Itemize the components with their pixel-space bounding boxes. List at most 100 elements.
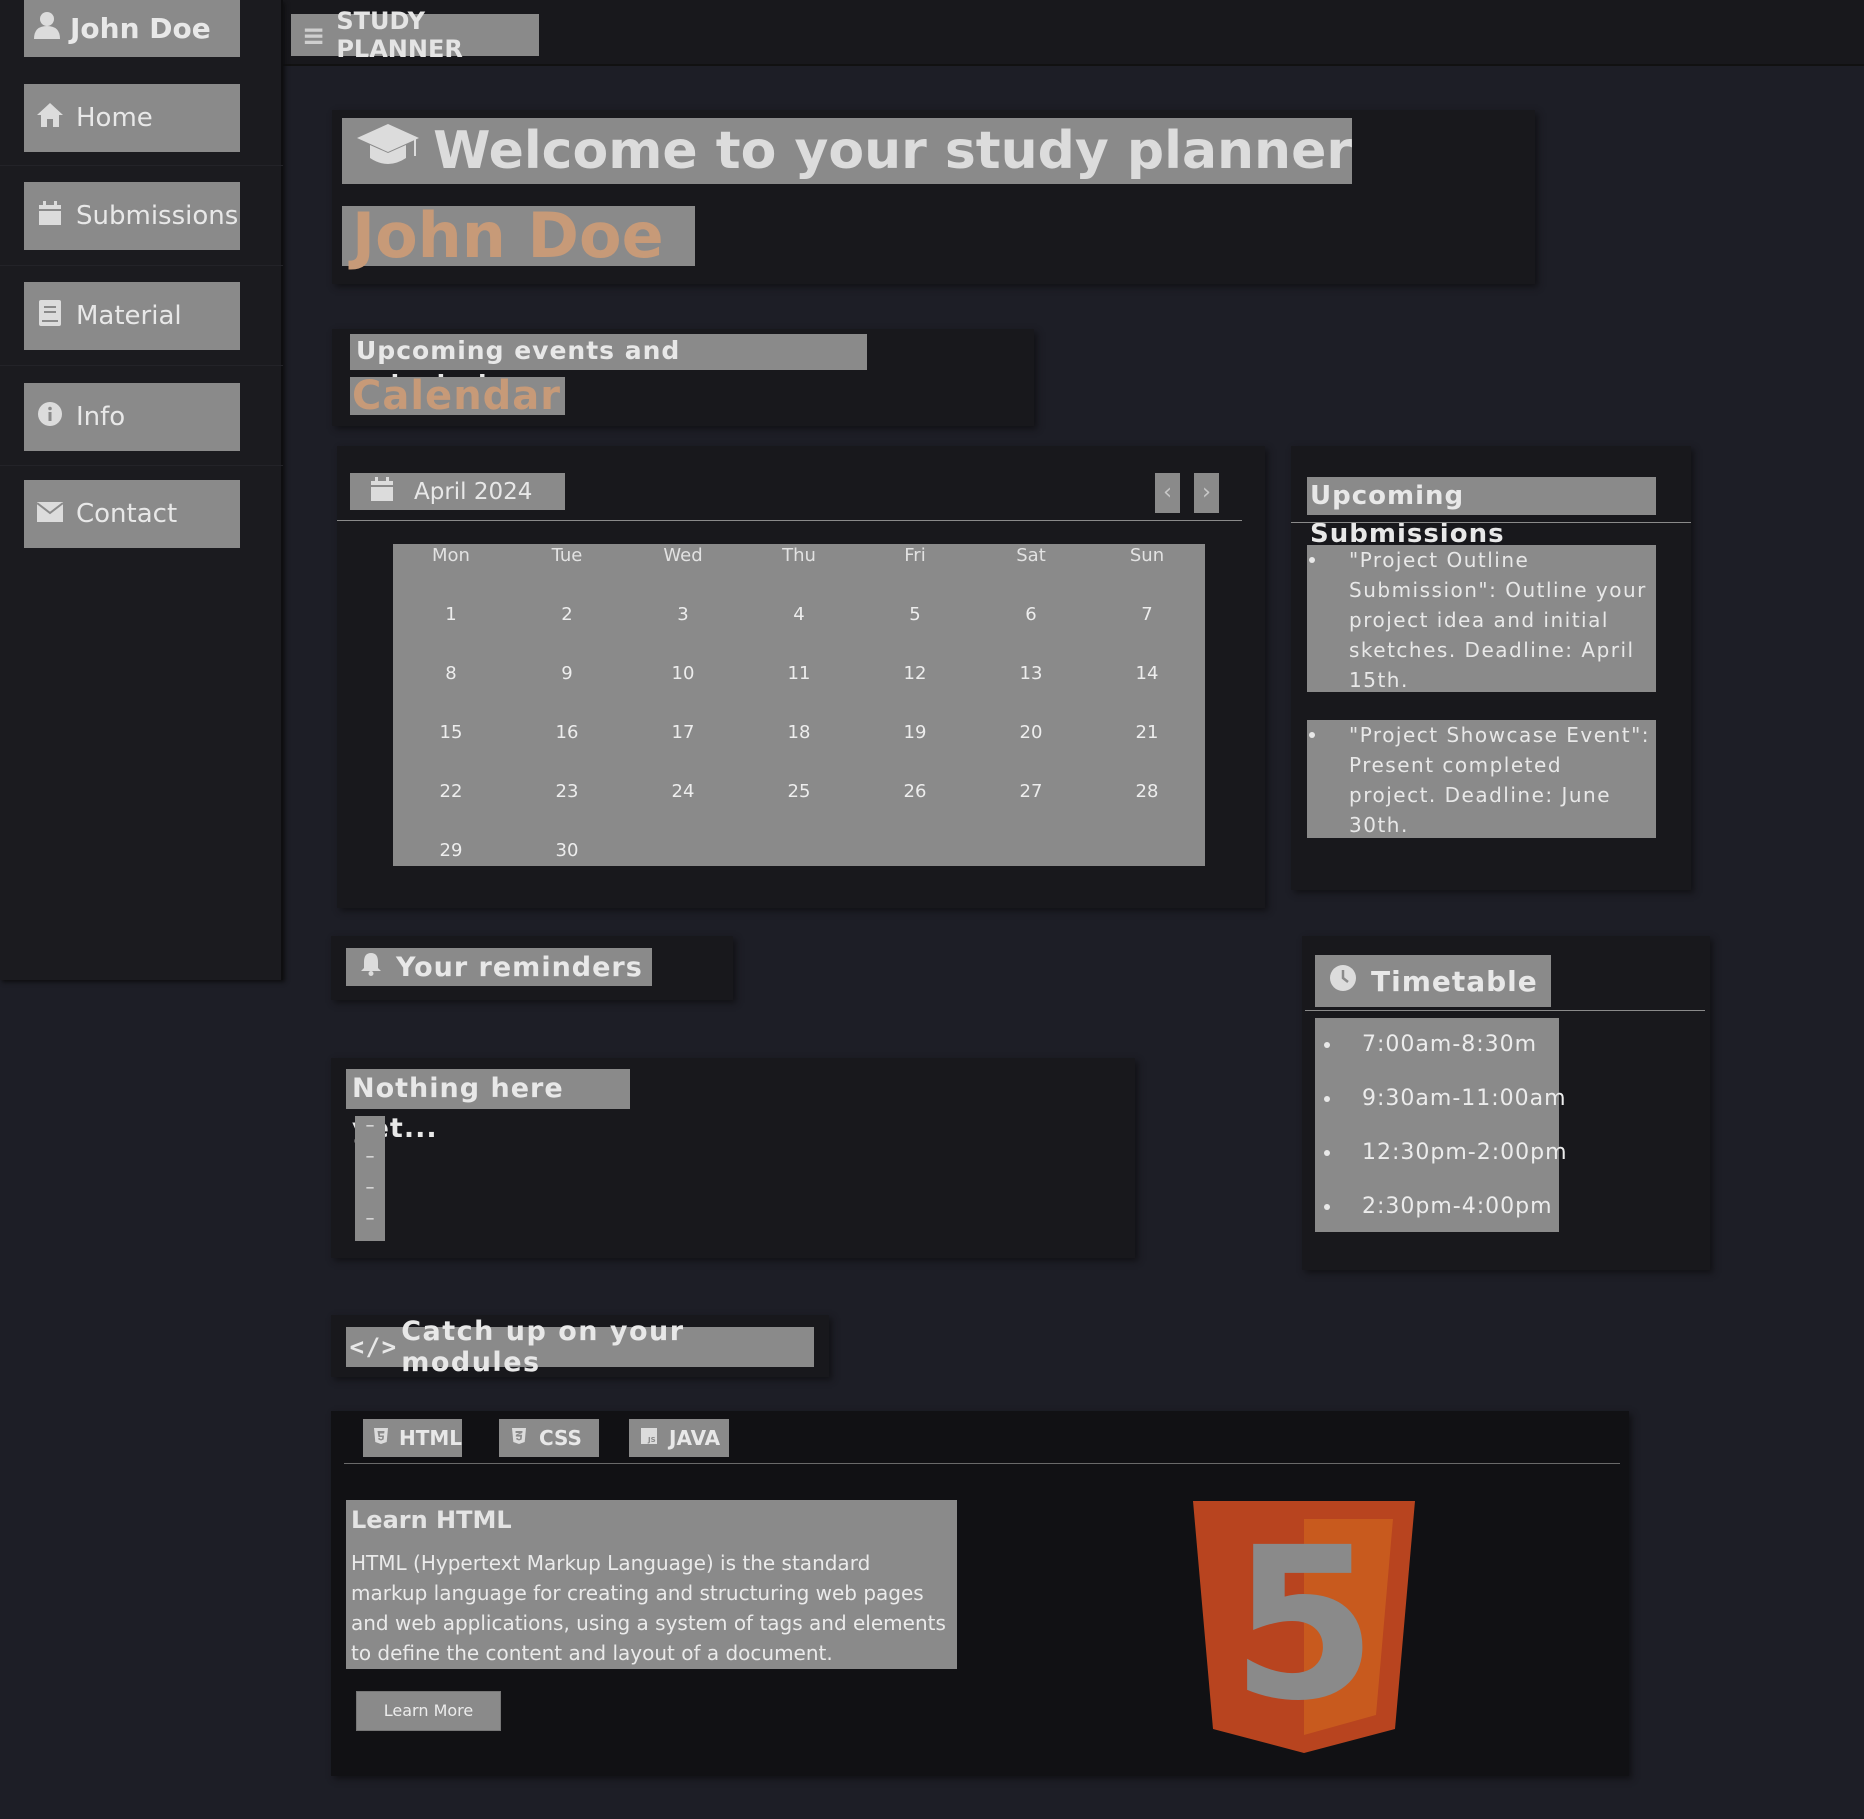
tab-css[interactable]: CSS <box>499 1419 599 1457</box>
reminders-title: Your reminders <box>346 948 652 986</box>
calendar-day[interactable]: 26 <box>857 745 973 804</box>
submission-item: "Project Showcase Event": Present comple… <box>1307 720 1656 838</box>
html5-logo: 5 <box>1193 1501 1415 1753</box>
weekday-label: Wed <box>663 545 703 566</box>
book-icon <box>24 300 76 332</box>
weekday-label: Fri <box>904 545 926 566</box>
timetable-list: 7:00am-8:30m 9:30am-11:00am 12:30pm-2:00… <box>1315 1018 1567 1232</box>
learn-more-button[interactable]: Learn More <box>356 1691 501 1731</box>
reminders-title-text: Your reminders <box>396 951 643 983</box>
info-icon <box>24 402 76 432</box>
prev-month-button[interactable]: ‹ <box>1155 473 1180 513</box>
tab-html[interactable]: HTML <box>363 1419 462 1457</box>
bullet-icon <box>1309 557 1315 563</box>
code-icon: </> <box>349 1333 398 1361</box>
sidebar-item-label: Home <box>76 103 153 133</box>
welcome-panel: Welcome to your study planner John Doe <box>332 110 1535 284</box>
weekday-label: Sat <box>1016 545 1046 566</box>
timetable-title: Timetable <box>1315 955 1551 1007</box>
calendar-day[interactable]: 5 <box>857 568 973 627</box>
sidebar-item-info[interactable]: Info <box>24 383 240 451</box>
sidebar-item-material[interactable]: Material <box>24 282 240 350</box>
calendar-day[interactable]: 25 <box>741 745 857 804</box>
reminders-list: – – – – <box>355 1116 385 1241</box>
timetable-title-text: Timetable <box>1371 964 1538 998</box>
slot-label: 7:00am-8:30m <box>1362 1032 1538 1057</box>
events-subtitle: Upcoming events and submissions <box>350 334 867 399</box>
sidebar-item-home[interactable]: Home <box>24 84 240 152</box>
calendar-grid: Mon Tue Wed Thu Fri Sat Sun 1 2 3 4 5 6 … <box>393 544 1205 866</box>
calendar-day[interactable]: 19 <box>857 686 973 745</box>
divider <box>344 1463 1620 1464</box>
sidebar-row-home: Home <box>0 66 283 166</box>
divider <box>1291 522 1691 523</box>
calendar-day[interactable]: 8 <box>393 627 509 686</box>
calendar-day[interactable]: 27 <box>973 745 1089 804</box>
calendar-day[interactable]: 21 <box>1089 686 1205 745</box>
submission-text: "Project Outline Submission": Outline yo… <box>1349 548 1647 692</box>
calendar-day[interactable]: 17 <box>625 686 741 745</box>
calendar-day[interactable]: 7 <box>1089 568 1205 627</box>
bullet-icon <box>1324 1150 1330 1156</box>
calendar-day[interactable]: 15 <box>393 686 509 745</box>
sidebar-user[interactable]: John Doe <box>24 0 240 57</box>
calendar-day[interactable]: 24 <box>625 745 741 804</box>
calendar-day[interactable]: 30 <box>509 804 625 863</box>
module-card-text: HTML (Hypertext Markup Language) is the … <box>351 1551 946 1665</box>
module-card: Learn HTML HTML (Hypertext Markup Langua… <box>346 1500 957 1669</box>
calendar-day[interactable]: 3 <box>625 568 741 627</box>
calendar-day[interactable]: 13 <box>973 627 1089 686</box>
module-card-title: Learn HTML <box>351 1506 512 1534</box>
calendar-day[interactable]: 14 <box>1089 627 1205 686</box>
brand-header[interactable]: ≡ STUDY PLANNER <box>291 7 539 63</box>
weekday-label: Mon <box>432 545 470 566</box>
sidebar-row-submissions: Submissions <box>0 166 283 266</box>
envelope-icon <box>24 500 76 528</box>
timetable-panel: Timetable 7:00am-8:30m 9:30am-11:00am 12… <box>1302 936 1710 1270</box>
calendar-day[interactable]: 2 <box>509 568 625 627</box>
divider <box>337 520 1242 521</box>
timetable-slot: 2:30pm-4:00pm <box>1315 1190 1559 1244</box>
calendar-day[interactable]: 12 <box>857 627 973 686</box>
js-icon: JS <box>629 1428 669 1448</box>
events-panel: Upcoming events and submissions Calendar <box>332 329 1034 426</box>
calendar-day[interactable]: 18 <box>741 686 857 745</box>
calendar-day[interactable]: 22 <box>393 745 509 804</box>
html5-icon <box>363 1428 399 1448</box>
reminders-panel: Your reminders <box>331 936 733 1000</box>
calendar-day[interactable]: 1 <box>393 568 509 627</box>
calendar-day[interactable]: 20 <box>973 686 1089 745</box>
sidebar-item-contact[interactable]: Contact <box>24 480 240 548</box>
brand-label: STUDY PLANNER <box>336 7 463 63</box>
calendar-day[interactable]: 6 <box>973 568 1089 627</box>
bullet-icon <box>1324 1042 1330 1048</box>
sidebar-item-label: Material <box>76 301 182 331</box>
sidebar-row-contact: Contact <box>0 466 283 566</box>
sidebar-item-submissions[interactable]: Submissions <box>24 182 240 250</box>
timetable-slot: 12:30pm-2:00pm <box>1315 1136 1567 1190</box>
sidebar-item-label: Contact <box>76 499 178 529</box>
submissions-panel: Upcoming Submissions "Project Outline Su… <box>1291 446 1691 890</box>
calendar-panel: April 2024 ‹ › Mon Tue Wed Thu Fri Sat S… <box>337 446 1265 908</box>
calendar-day[interactable]: 10 <box>625 627 741 686</box>
sidebar-row-material: Material <box>0 266 283 366</box>
calendar-day[interactable]: 11 <box>741 627 857 686</box>
bullet-icon <box>1324 1096 1330 1102</box>
calendar-day[interactable]: 23 <box>509 745 625 804</box>
next-month-button[interactable]: › <box>1194 473 1219 513</box>
calendar-day[interactable]: 16 <box>509 686 625 745</box>
weekday-label: Sun <box>1129 545 1165 566</box>
calendar-day[interactable]: 28 <box>1089 745 1205 804</box>
slot-label: 2:30pm-4:00pm <box>1362 1194 1553 1219</box>
calendar-day[interactable]: 4 <box>741 568 857 627</box>
empty-state-title: Nothing here yet... <box>346 1069 630 1144</box>
hamburger-icon[interactable]: ≡ <box>291 19 336 52</box>
calendar-day[interactable]: 9 <box>509 627 625 686</box>
tab-java[interactable]: JS JAVA <box>629 1419 729 1457</box>
bullet-icon <box>1309 732 1315 738</box>
sidebar-item-label: Info <box>76 402 126 432</box>
calendar-day[interactable]: 29 <box>393 804 509 863</box>
modules-header-panel: </> Catch up on your modules <box>331 1315 829 1378</box>
svg-text:JS: JS <box>647 1436 656 1444</box>
list-item: – <box>365 1177 375 1198</box>
